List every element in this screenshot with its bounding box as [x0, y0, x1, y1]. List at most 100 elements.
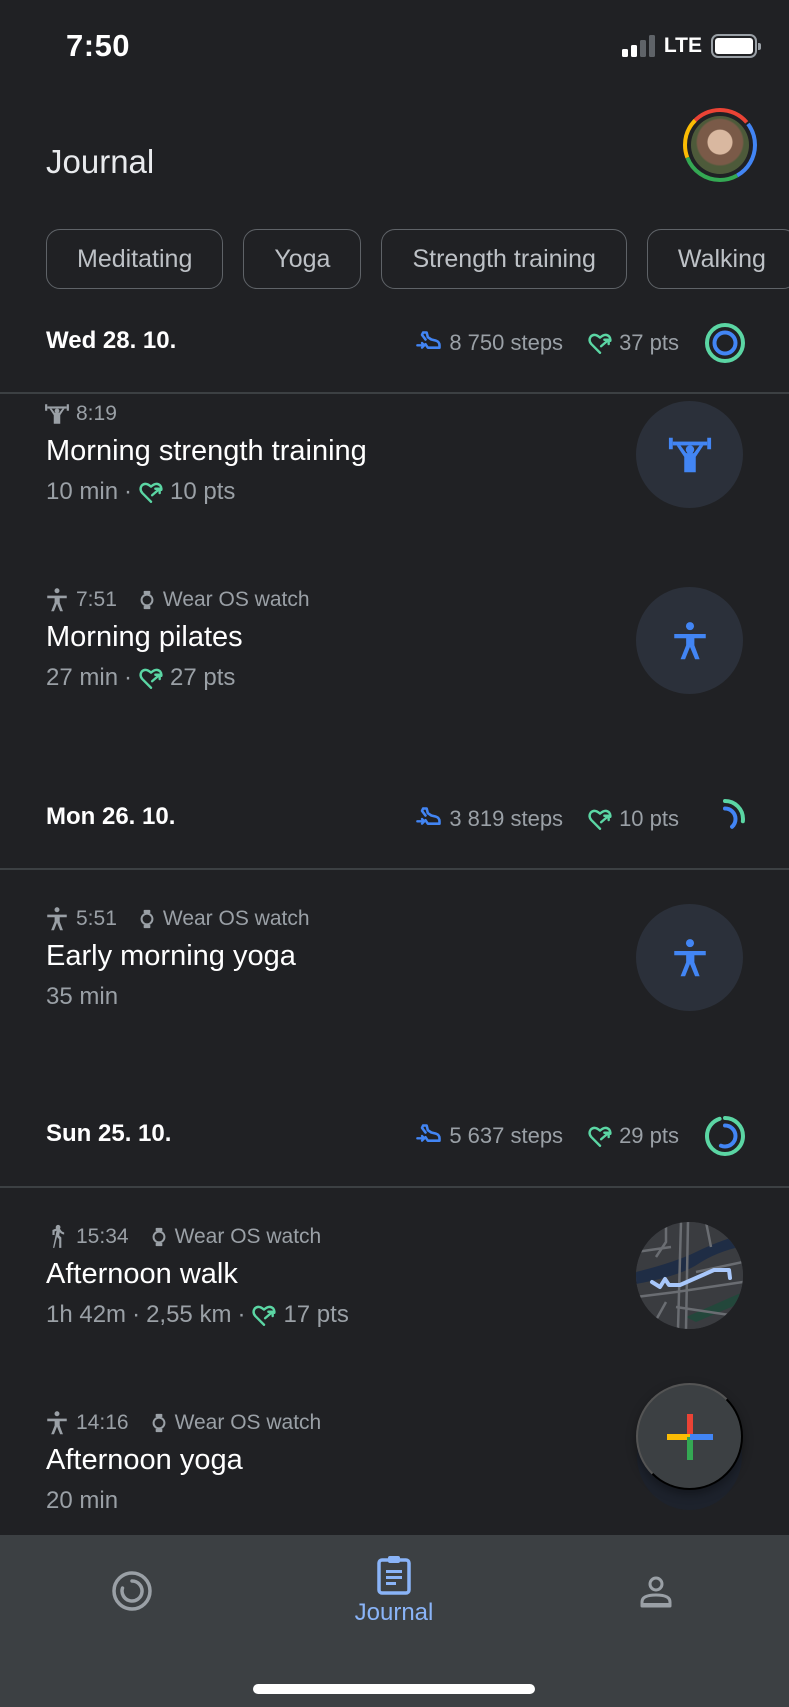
- activity-duration: 1h 42m: [46, 1301, 127, 1328]
- day-stats: 5 637 steps 29 pts: [415, 1114, 747, 1158]
- avatar-photo: [691, 116, 749, 174]
- heart-points-icon: [138, 479, 164, 505]
- strength-training-icon: [44, 401, 70, 427]
- activity-title: Morning pilates: [46, 621, 243, 653]
- activity-points: 10 pts: [170, 478, 236, 505]
- activity-title: Early morning yoga: [46, 940, 296, 972]
- status-indicators: LTE: [621, 34, 761, 58]
- day-header[interactable]: Mon 26. 10. 3 819 steps 10 pts: [0, 793, 789, 843]
- activity-time: 14:16: [76, 1411, 129, 1434]
- status-time: 7:50: [66, 28, 131, 63]
- separator: ·: [124, 478, 133, 505]
- heart-points-ring: [705, 323, 745, 363]
- day-header[interactable]: Sun 25. 10. 5 637 steps 29 pts: [0, 1110, 789, 1160]
- chip-meditating[interactable]: Meditating: [46, 229, 224, 289]
- nav-journal-label: Journal: [354, 1599, 434, 1626]
- separator: ·: [124, 664, 133, 691]
- nav-journal[interactable]: Journal: [334, 1535, 454, 1645]
- heart-points-icon: [587, 806, 613, 832]
- yoga-icon: [44, 906, 70, 932]
- heart-points-icon: [138, 665, 164, 691]
- add-activity-button[interactable]: [636, 1383, 743, 1490]
- signal-icon: [621, 35, 655, 57]
- strength-training-icon: [667, 432, 713, 478]
- activity-time: 5:51: [76, 907, 117, 930]
- activity-type-badge: [636, 904, 743, 1011]
- route-map-thumbnail: [636, 1222, 743, 1329]
- day-stats: 8 750 steps 37 pts: [415, 321, 747, 365]
- day-date: Sun 25. 10.: [46, 1120, 172, 1147]
- activity-type-badge: [636, 587, 743, 694]
- chip-yoga[interactable]: Yoga: [243, 229, 362, 289]
- nav-home[interactable]: [92, 1535, 172, 1645]
- day-points: 10 pts: [619, 806, 679, 831]
- activity-points: 17 pts: [283, 1301, 349, 1328]
- watch-icon: [149, 1226, 169, 1248]
- pilates-icon: [44, 587, 70, 613]
- activity-time: 8:19: [76, 402, 117, 425]
- activity-device: Wear OS watch: [174, 1411, 322, 1434]
- daily-goal-ring-icon: [705, 323, 745, 363]
- activity-time: 7:51: [76, 588, 117, 611]
- activity-item[interactable]: 5:51 Wear OS watch Early morning yoga 35…: [0, 904, 789, 1036]
- chip-strength-training[interactable]: Strength training: [381, 229, 627, 289]
- heart-points-icon: [587, 330, 613, 356]
- steps-ring: [712, 806, 738, 832]
- status-bar: 7:50 LTE: [0, 0, 789, 95]
- yoga-icon: [44, 1410, 70, 1436]
- daily-goal-ring-icon: [705, 799, 745, 839]
- day-date: Wed 28. 10.: [46, 327, 177, 354]
- activity-duration: 10 min: [46, 478, 119, 505]
- route-map-icon: [636, 1222, 743, 1329]
- avatar[interactable]: [682, 107, 758, 183]
- watch-icon: [137, 589, 157, 611]
- watch-icon: [149, 1412, 169, 1434]
- network-type: LTE: [663, 34, 702, 57]
- yoga-icon: [669, 937, 711, 979]
- bottom-navigation: Journal: [0, 1535, 789, 1707]
- day-steps: 8 750 steps: [449, 330, 564, 355]
- separator: ·: [237, 1301, 246, 1328]
- heart-points-icon: [251, 1302, 277, 1328]
- day-points: 37 pts: [619, 330, 679, 355]
- home-indicator: [253, 1684, 535, 1694]
- journal-clipboard-icon: [377, 1556, 411, 1595]
- heart-points-icon: [587, 1123, 613, 1149]
- activity-title: Afternoon walk: [46, 1258, 238, 1290]
- divider: [0, 1186, 789, 1188]
- day-stats: 3 819 steps 10 pts: [415, 797, 747, 841]
- activity-item[interactable]: 15:34 Wear OS watch Afternoon walk 1h 42…: [0, 1222, 789, 1354]
- steps-ring: [712, 1123, 738, 1149]
- watch-icon: [137, 908, 157, 930]
- day-points: 29 pts: [619, 1123, 679, 1148]
- day-date: Mon 26. 10.: [46, 803, 176, 830]
- activity-device: Wear OS watch: [162, 907, 310, 930]
- activity-duration: 35 min: [46, 983, 119, 1010]
- walking-icon: [44, 1224, 70, 1250]
- activity-item[interactable]: 8:19 Morning strength training 10 min · …: [0, 401, 789, 531]
- activity-points: 27 pts: [170, 664, 236, 691]
- activity-duration: 27 min: [46, 664, 119, 691]
- heart-points-ring: [705, 799, 745, 839]
- activity-device: Wear OS watch: [174, 1225, 322, 1248]
- day-header[interactable]: Wed 28. 10. 8 750 steps 37 pts: [0, 317, 789, 367]
- steps-icon: [415, 805, 443, 833]
- chip-walking[interactable]: Walking: [646, 229, 789, 289]
- day-steps: 5 637 steps: [449, 1123, 564, 1148]
- activity-time: 15:34: [76, 1225, 129, 1248]
- pilates-icon: [669, 620, 711, 662]
- activity-item[interactable]: 7:51 Wear OS watch Morning pilates 27 mi…: [0, 587, 789, 717]
- steps-ring: [712, 330, 738, 356]
- activity-type-badge: [636, 401, 743, 508]
- page-title: Journal: [46, 143, 155, 180]
- activity-title: Afternoon yoga: [46, 1444, 243, 1476]
- profile-icon: [640, 1576, 672, 1608]
- nav-profile[interactable]: [616, 1535, 696, 1645]
- divider: [0, 392, 789, 394]
- heart-points-ring: [705, 1116, 745, 1156]
- daily-goal-ring-icon: [705, 1116, 745, 1156]
- divider: [0, 868, 789, 870]
- steps-icon: [415, 329, 443, 357]
- activity-device: Wear OS watch: [162, 588, 310, 611]
- home-ring-icon: [112, 1571, 152, 1611]
